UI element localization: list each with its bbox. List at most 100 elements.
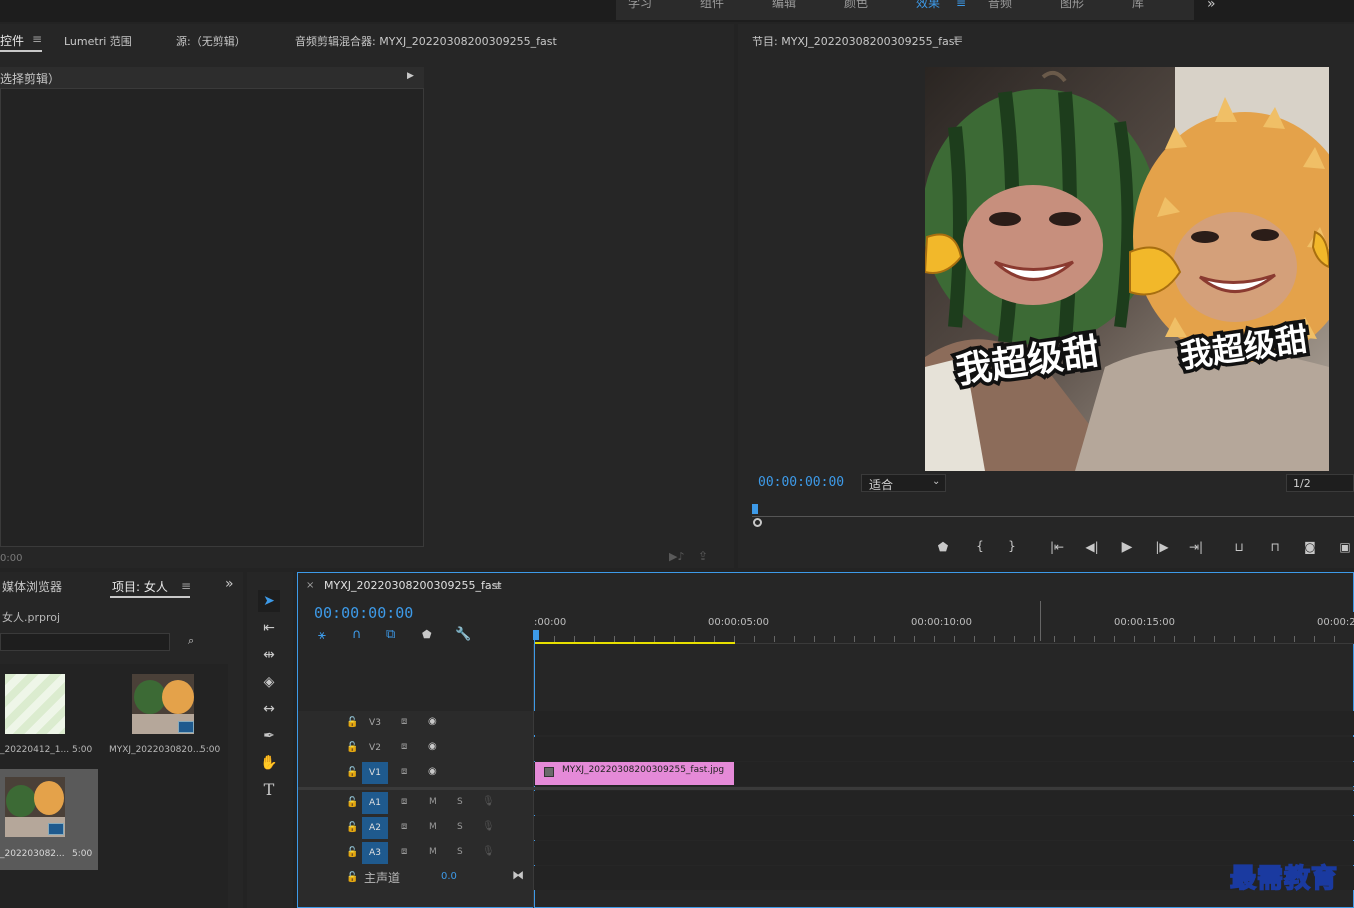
track-lane-v3[interactable]: [534, 711, 1354, 735]
nest-icon[interactable]: ⚹: [318, 628, 326, 643]
step-back-icon[interactable]: ◀|: [1083, 540, 1101, 554]
sync-lock-icon[interactable]: ⧈: [401, 766, 407, 777]
timeline-playhead-handle[interactable]: [533, 630, 539, 640]
selection-tool-icon[interactable]: ➤: [258, 590, 280, 612]
tab-audio-clip-mixer[interactable]: 音频剪辑混合器: MYXJ_20220308200309255_fast: [295, 33, 557, 49]
play-icon[interactable]: ▶: [1118, 539, 1136, 555]
program-menu-icon[interactable]: ≡: [953, 32, 963, 46]
track-target-v2[interactable]: V2: [362, 737, 388, 759]
ripple-edit-tool-icon[interactable]: ⇹: [258, 644, 280, 666]
workspace-tab-color[interactable]: 颜色: [844, 0, 868, 11]
search-bin-icon[interactable]: ⌕: [188, 634, 194, 648]
linked-selection-icon[interactable]: ⧉: [386, 627, 395, 642]
resolution-select[interactable]: 1/2: [1286, 474, 1354, 492]
lock-icon[interactable]: 🔓: [346, 717, 358, 728]
mute-button[interactable]: M: [429, 797, 437, 807]
go-to-in-icon[interactable]: |⇤: [1048, 540, 1066, 554]
track-lane-v2[interactable]: [534, 737, 1354, 761]
track-lane-a1[interactable]: [534, 791, 1354, 815]
workspace-overflow-icon[interactable]: »: [1207, 0, 1216, 12]
extract-icon[interactable]: ⊓: [1266, 540, 1284, 554]
program-playhead[interactable]: [752, 504, 758, 514]
sync-lock-icon[interactable]: ⧈: [401, 846, 407, 857]
pen-tool-icon[interactable]: ✒: [258, 725, 280, 747]
lock-icon[interactable]: 🔓: [346, 822, 358, 833]
timeline-settings-icon[interactable]: 🔧: [455, 627, 471, 642]
track-target-v1[interactable]: V1: [362, 762, 388, 784]
timeline-clip[interactable]: MYXJ_20220308200309255_fast.jpg: [535, 762, 734, 785]
project-item-selected[interactable]: _202203082... 5:00: [0, 769, 98, 870]
export-audio-icon[interactable]: ⇪: [698, 549, 708, 563]
panel-overflow-icon[interactable]: »: [225, 576, 234, 592]
program-timecode[interactable]: 00:00:00:00: [758, 475, 844, 490]
mic-icon[interactable]: 🎙: [482, 796, 495, 807]
compare-view-icon[interactable]: ▣: [1336, 540, 1354, 554]
snap-icon[interactable]: ∩: [352, 627, 362, 642]
program-title[interactable]: 节目: MYXJ_20220308200309255_fast: [752, 33, 959, 49]
mark-in-icon[interactable]: {: [971, 539, 989, 553]
go-to-end-icon[interactable]: ⧓: [512, 868, 524, 882]
lock-icon[interactable]: 🔓: [346, 742, 358, 753]
tab-source[interactable]: 源:（无剪辑）: [176, 33, 246, 49]
master-volume[interactable]: 0.0: [441, 871, 457, 882]
solo-button[interactable]: S: [457, 847, 463, 857]
export-frame-icon[interactable]: ◙: [1301, 540, 1319, 554]
lock-icon[interactable]: 🔓: [346, 797, 358, 808]
track-select-tool-icon[interactable]: ⇤: [258, 617, 280, 639]
mute-button[interactable]: M: [429, 822, 437, 832]
workspace-tab-audio[interactable]: 音频: [988, 0, 1012, 11]
slip-tool-icon[interactable]: ↔: [258, 698, 280, 720]
project-search-input[interactable]: [0, 633, 170, 651]
workspace-tab-learn[interactable]: 学习: [628, 0, 652, 11]
project-item[interactable]: MYXJ_2022030820... 5:00: [101, 667, 226, 765]
solo-button[interactable]: S: [457, 822, 463, 832]
step-forward-icon[interactable]: |▶: [1153, 540, 1171, 554]
eye-icon[interactable]: ◉: [428, 716, 437, 727]
hand-tool-icon[interactable]: ✋: [258, 752, 280, 774]
sequence-menu-icon[interactable]: ≡: [492, 579, 502, 593]
sync-lock-icon[interactable]: ⧈: [401, 821, 407, 832]
workspace-tab-assembly[interactable]: 组件: [700, 0, 724, 11]
go-to-out-icon[interactable]: ⇥|: [1187, 540, 1205, 554]
sequence-tab[interactable]: MYXJ_20220308200309255_fast: [324, 579, 502, 592]
lock-icon[interactable]: 🔓: [346, 847, 358, 858]
sync-lock-icon[interactable]: ⧈: [401, 741, 407, 752]
track-target-a2[interactable]: A2: [362, 817, 388, 839]
track-target-a3[interactable]: A3: [362, 842, 388, 864]
sync-lock-icon[interactable]: ⧈: [401, 716, 407, 727]
workspace-menu-icon[interactable]: ≡: [956, 0, 966, 10]
eye-icon[interactable]: ◉: [428, 766, 437, 777]
mute-button[interactable]: M: [429, 847, 437, 857]
lock-icon[interactable]: 🔓: [346, 872, 358, 883]
effect-controls-menu-icon[interactable]: ≡: [32, 32, 42, 46]
sync-lock-icon[interactable]: ⧈: [401, 796, 407, 807]
track-target-a1[interactable]: A1: [362, 792, 388, 814]
tab-effect-controls[interactable]: 控件: [0, 32, 24, 49]
zoom-handle[interactable]: [753, 518, 762, 527]
work-area-bar[interactable]: [534, 642, 735, 644]
track-target-v3[interactable]: V3: [362, 712, 388, 734]
track-lane-a2[interactable]: [534, 816, 1354, 840]
mic-icon[interactable]: 🎙: [482, 846, 495, 857]
expand-arrow-icon[interactable]: ▶: [407, 71, 414, 81]
workspace-tab-editing[interactable]: 编辑: [772, 0, 796, 11]
project-item[interactable]: _20220412_1... 5:00: [0, 667, 98, 765]
workspace-tab-libraries[interactable]: 库: [1132, 0, 1144, 11]
eye-icon[interactable]: ◉: [428, 741, 437, 752]
program-scrubber[interactable]: [752, 504, 1354, 528]
lock-icon[interactable]: 🔓: [346, 767, 358, 778]
mark-out-icon[interactable]: }: [1003, 539, 1021, 553]
tab-project[interactable]: 项目: 女人: [112, 578, 168, 595]
solo-button[interactable]: S: [457, 797, 463, 807]
workspace-tab-graphics[interactable]: 图形: [1060, 0, 1084, 11]
fit-select[interactable]: 适合 ⌄: [861, 474, 946, 492]
razor-tool-icon[interactable]: ◈: [258, 671, 280, 693]
mic-icon[interactable]: 🎙: [482, 821, 495, 832]
add-marker-timeline-icon[interactable]: ⬟: [422, 628, 432, 641]
play-audio-icon[interactable]: ▶♪: [669, 550, 684, 563]
lift-icon[interactable]: ⊔: [1230, 540, 1248, 554]
project-menu-icon[interactable]: ≡: [181, 579, 191, 593]
add-marker-icon[interactable]: ⬟: [934, 540, 952, 554]
timeline-timecode[interactable]: 00:00:00:00: [314, 604, 413, 622]
workspace-tab-effects[interactable]: 效果: [916, 0, 940, 11]
